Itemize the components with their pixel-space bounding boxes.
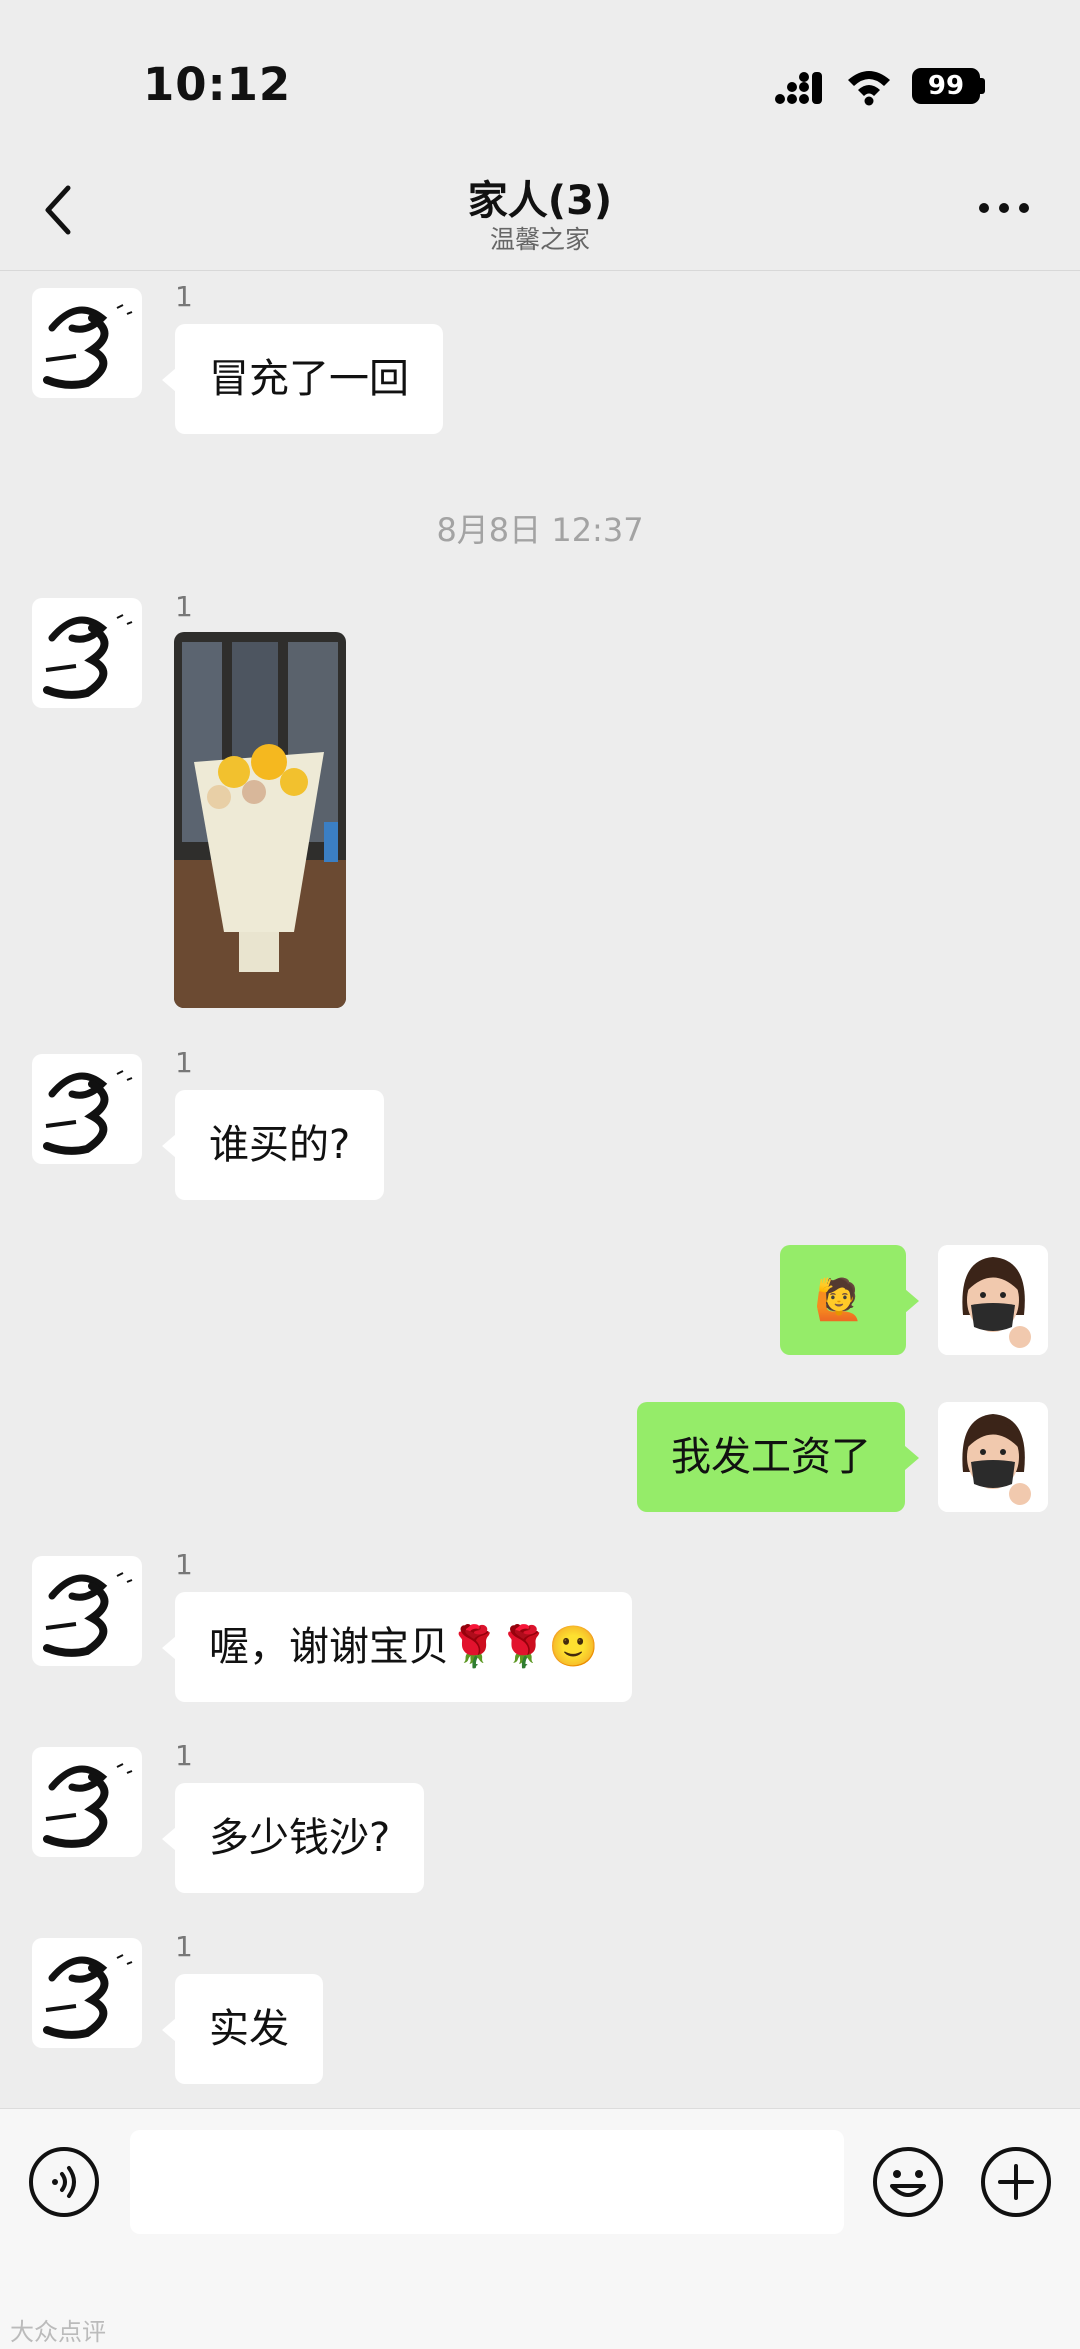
avatar[interactable]: [32, 288, 142, 398]
voice-input-icon[interactable]: [28, 2146, 100, 2218]
avatar[interactable]: [32, 598, 142, 708]
status-time: 10:12: [143, 58, 292, 111]
bubble-tail: [905, 1446, 919, 1470]
bubble-tail: [162, 2018, 176, 2042]
avatar[interactable]: [32, 1747, 142, 1857]
bubble-tail: [162, 1134, 176, 1158]
avatar[interactable]: [938, 1402, 1048, 1512]
plus-icon[interactable]: [980, 2146, 1052, 2218]
bubble-tail: [162, 1827, 176, 1851]
wifi-icon: [848, 71, 890, 106]
ink-logo-icon: [43, 1572, 133, 1657]
chat-subtitle: 温馨之家: [489, 225, 590, 254]
battery-indicator: 99: [912, 68, 980, 104]
sender-nickname: 1: [175, 1739, 193, 1772]
header-divider: [0, 270, 1080, 271]
message-input[interactable]: [130, 2130, 844, 2234]
sender-nickname: 1: [175, 280, 193, 313]
sender-nickname: 1: [175, 1046, 193, 1079]
avatar[interactable]: [32, 1556, 142, 1666]
bubble-tail: [162, 368, 176, 392]
ink-logo-icon: [43, 614, 133, 699]
avatar[interactable]: [938, 1245, 1048, 1355]
sender-nickname: 1: [175, 1548, 193, 1581]
message-bubble[interactable]: 我发工资了: [637, 1402, 905, 1512]
chat-timestamp: 8月8日 12:37: [436, 511, 644, 549]
cellular-signal-icon: [775, 72, 822, 104]
message-bubble[interactable]: 谁买的?: [175, 1090, 385, 1200]
emoji-icon[interactable]: [872, 2146, 944, 2218]
chat-title: 家人(3): [467, 178, 613, 224]
avatar[interactable]: [32, 1938, 142, 2048]
more-options-icon[interactable]: [974, 188, 1034, 228]
battery-tip: [980, 78, 985, 94]
ink-logo-icon: [43, 1954, 133, 2039]
bubble-tail: [162, 1636, 176, 1660]
sender-nickname: 1: [175, 1930, 193, 1963]
avatar[interactable]: [32, 1054, 142, 1164]
message-bubble[interactable]: 多少钱沙?: [175, 1783, 425, 1893]
ink-logo-icon: [43, 1070, 133, 1155]
memoji-avatar-icon: [938, 1402, 1048, 1512]
watermark: 大众点评: [10, 2318, 106, 2346]
bubble-tail: [905, 1289, 919, 1313]
memoji-avatar-icon: [938, 1245, 1048, 1355]
ink-logo-icon: [43, 1763, 133, 1848]
message-bubble[interactable]: 喔，谢谢宝贝🌹🌹🙂: [175, 1592, 633, 1702]
message-bubble[interactable]: 实发: [175, 1974, 323, 2084]
message-bubble[interactable]: 冒充了一回: [175, 324, 443, 434]
ink-logo-icon: [43, 304, 133, 389]
flower-bouquet-photo[interactable]: [174, 632, 346, 1008]
sender-nickname: 1: [175, 590, 193, 623]
message-bubble[interactable]: 🙋: [780, 1245, 906, 1355]
